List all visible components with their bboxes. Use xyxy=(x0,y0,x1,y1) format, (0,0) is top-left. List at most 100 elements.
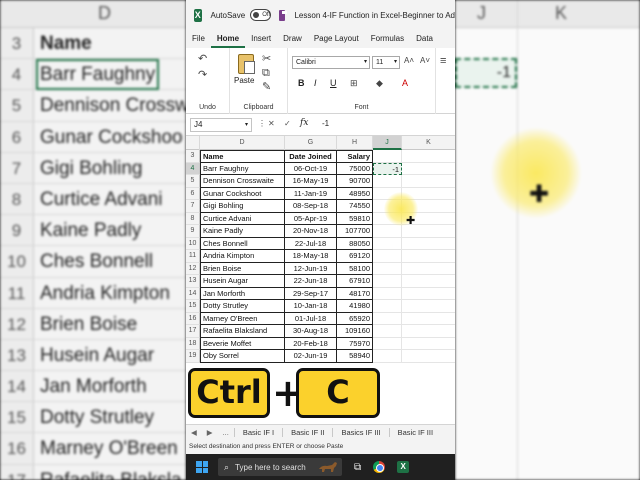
row-number[interactable]: 15 xyxy=(186,300,200,313)
cell-j[interactable] xyxy=(373,250,402,263)
cell-j[interactable] xyxy=(373,312,402,325)
cell-name[interactable]: Curtice Advani xyxy=(200,212,285,225)
cell-name[interactable]: Gunar Cockshoot xyxy=(200,187,285,200)
paste-icon[interactable] xyxy=(238,54,255,74)
tab-home[interactable]: Home xyxy=(210,30,246,48)
cell-salary[interactable]: 48950 xyxy=(337,187,373,200)
cell-salary[interactable]: 58940 xyxy=(337,350,373,363)
sheet-tab-basics-if-iii[interactable]: Basics IF III xyxy=(332,428,388,437)
cell-k[interactable] xyxy=(402,263,455,275)
worksheet-grid[interactable]: D G H J K 3 Name Date Joined Salary 4 Bar… xyxy=(186,136,455,424)
cell-k[interactable] xyxy=(402,288,455,300)
cell-name[interactable]: Kaine Padly xyxy=(200,225,285,238)
cell-date-joined[interactable]: 10-Jan-18 xyxy=(285,300,337,313)
cell-salary[interactable]: 69120 xyxy=(337,250,373,263)
cell-salary[interactable]: 109160 xyxy=(337,325,373,338)
cell-date-joined[interactable]: 06-Oct-19 xyxy=(285,162,337,175)
cell-salary[interactable]: 74550 xyxy=(337,200,373,213)
column-header-k[interactable]: K xyxy=(402,136,455,150)
cell-k[interactable] xyxy=(402,238,455,250)
cell-date-joined[interactable]: 02-Jun-19 xyxy=(285,350,337,363)
cell-name[interactable]: Brien Boise xyxy=(200,262,285,275)
column-header-h[interactable]: H xyxy=(337,136,373,150)
cell-name[interactable]: Rafaelita Blaksland xyxy=(200,325,285,338)
tab-draw[interactable]: Draw xyxy=(277,30,308,48)
grow-font-icon[interactable]: A˄ xyxy=(404,57,414,65)
redo-icon[interactable]: ↷ xyxy=(198,70,207,81)
tab-page-layout[interactable]: Page Layout xyxy=(308,30,365,48)
cell-k[interactable] xyxy=(402,175,455,188)
cell-salary[interactable]: 75970 xyxy=(337,337,373,350)
cell-j[interactable] xyxy=(373,237,402,250)
cell-salary[interactable]: 88050 xyxy=(337,237,373,250)
windows-start-icon[interactable] xyxy=(196,461,208,473)
row-number[interactable]: 18 xyxy=(186,337,200,350)
cell-date-joined[interactable]: 29-Sep-17 xyxy=(285,287,337,300)
row-number[interactable]: 8 xyxy=(186,212,200,225)
align-icon[interactable]: ≡ xyxy=(440,56,446,67)
formula-input[interactable]: -1 xyxy=(322,119,329,128)
row-number[interactable]: 7 xyxy=(186,200,200,213)
tab-file[interactable]: File xyxy=(186,30,211,48)
cell-k[interactable] xyxy=(402,163,455,175)
cell-date-joined[interactable]: 22-Jun-18 xyxy=(285,275,337,288)
row-number[interactable]: 6 xyxy=(186,187,200,200)
cancel-icon[interactable]: ✕ xyxy=(268,119,275,128)
paste-button[interactable]: Paste xyxy=(234,76,254,85)
cell-name[interactable]: Husein Augar xyxy=(200,275,285,288)
header-salary[interactable]: Salary xyxy=(337,150,373,163)
row-number[interactable]: 9 xyxy=(186,225,200,238)
sheet-tab-basic-if-i[interactable]: Basic IF I xyxy=(233,428,282,437)
scroll-right-icon[interactable]: ▶ xyxy=(202,428,218,437)
cell-j[interactable] xyxy=(373,287,402,300)
cell-name[interactable]: Andria Kimpton xyxy=(200,250,285,263)
cell-k[interactable] xyxy=(402,325,455,338)
cell-name[interactable]: Dennison Crosswaite xyxy=(200,175,285,188)
cell-date-joined[interactable]: 01-Jul-18 xyxy=(285,312,337,325)
undo-icon[interactable]: ↶ xyxy=(198,54,207,65)
font-color-icon[interactable]: A xyxy=(402,79,408,88)
row-number[interactable]: 14 xyxy=(186,287,200,300)
cell-name[interactable]: Jan Morforth xyxy=(200,287,285,300)
cell-date-joined[interactable]: 20-Feb-18 xyxy=(285,337,337,350)
cell-name[interactable]: Dotty Strutley xyxy=(200,300,285,313)
cell-j[interactable] xyxy=(373,175,402,188)
underline-button[interactable]: U xyxy=(330,78,337,88)
row-number[interactable]: 3 xyxy=(186,150,200,163)
enter-icon[interactable]: ✓ xyxy=(284,119,291,128)
cell-k[interactable] xyxy=(402,350,455,363)
format-painter-icon[interactable]: ✎ xyxy=(262,82,271,93)
tab-formulas[interactable]: Formulas xyxy=(365,30,410,48)
bold-button[interactable]: B xyxy=(298,78,305,88)
font-size-select[interactable]: 11 ▾ xyxy=(372,56,400,69)
header-name[interactable]: Name xyxy=(200,150,285,163)
cell-j[interactable] xyxy=(373,300,402,313)
cell-name[interactable]: Barr Faughny xyxy=(200,162,285,175)
autosave-toggle[interactable]: Off xyxy=(250,9,272,21)
name-box[interactable]: J4 ▾ xyxy=(190,118,252,132)
select-all-corner[interactable] xyxy=(186,136,200,150)
cell-salary[interactable]: 41980 xyxy=(337,300,373,313)
row-number[interactable]: 5 xyxy=(186,175,200,188)
borders-icon[interactable]: ⊞ xyxy=(350,79,358,88)
row-number[interactable]: 13 xyxy=(186,275,200,288)
column-header-j[interactable]: J xyxy=(373,136,402,150)
font-name-select[interactable]: Calibri ▾ xyxy=(292,56,370,69)
column-header-d[interactable]: D xyxy=(200,136,285,150)
task-view-icon[interactable]: ⧉ xyxy=(354,462,361,473)
column-header-g[interactable]: G xyxy=(285,136,337,150)
shrink-font-icon[interactable]: A˅ xyxy=(420,57,430,65)
cell-salary[interactable]: 107700 xyxy=(337,225,373,238)
row-number[interactable]: 4 xyxy=(186,162,200,175)
selected-cell-j4[interactable]: -1 xyxy=(373,162,402,175)
cell-k[interactable] xyxy=(402,275,455,288)
cell-salary[interactable]: 67910 xyxy=(337,275,373,288)
copy-icon[interactable]: ⧉ xyxy=(262,68,270,79)
scroll-left-icon[interactable]: ◀ xyxy=(186,428,202,437)
row-number[interactable]: 12 xyxy=(186,262,200,275)
cell-date-joined[interactable]: 11-Jan-19 xyxy=(285,187,337,200)
cut-icon[interactable]: ✂ xyxy=(262,54,271,65)
cell-date-joined[interactable]: 30-Aug-18 xyxy=(285,325,337,338)
tab-data[interactable]: Data xyxy=(410,30,439,48)
cell-salary[interactable]: 58100 xyxy=(337,262,373,275)
